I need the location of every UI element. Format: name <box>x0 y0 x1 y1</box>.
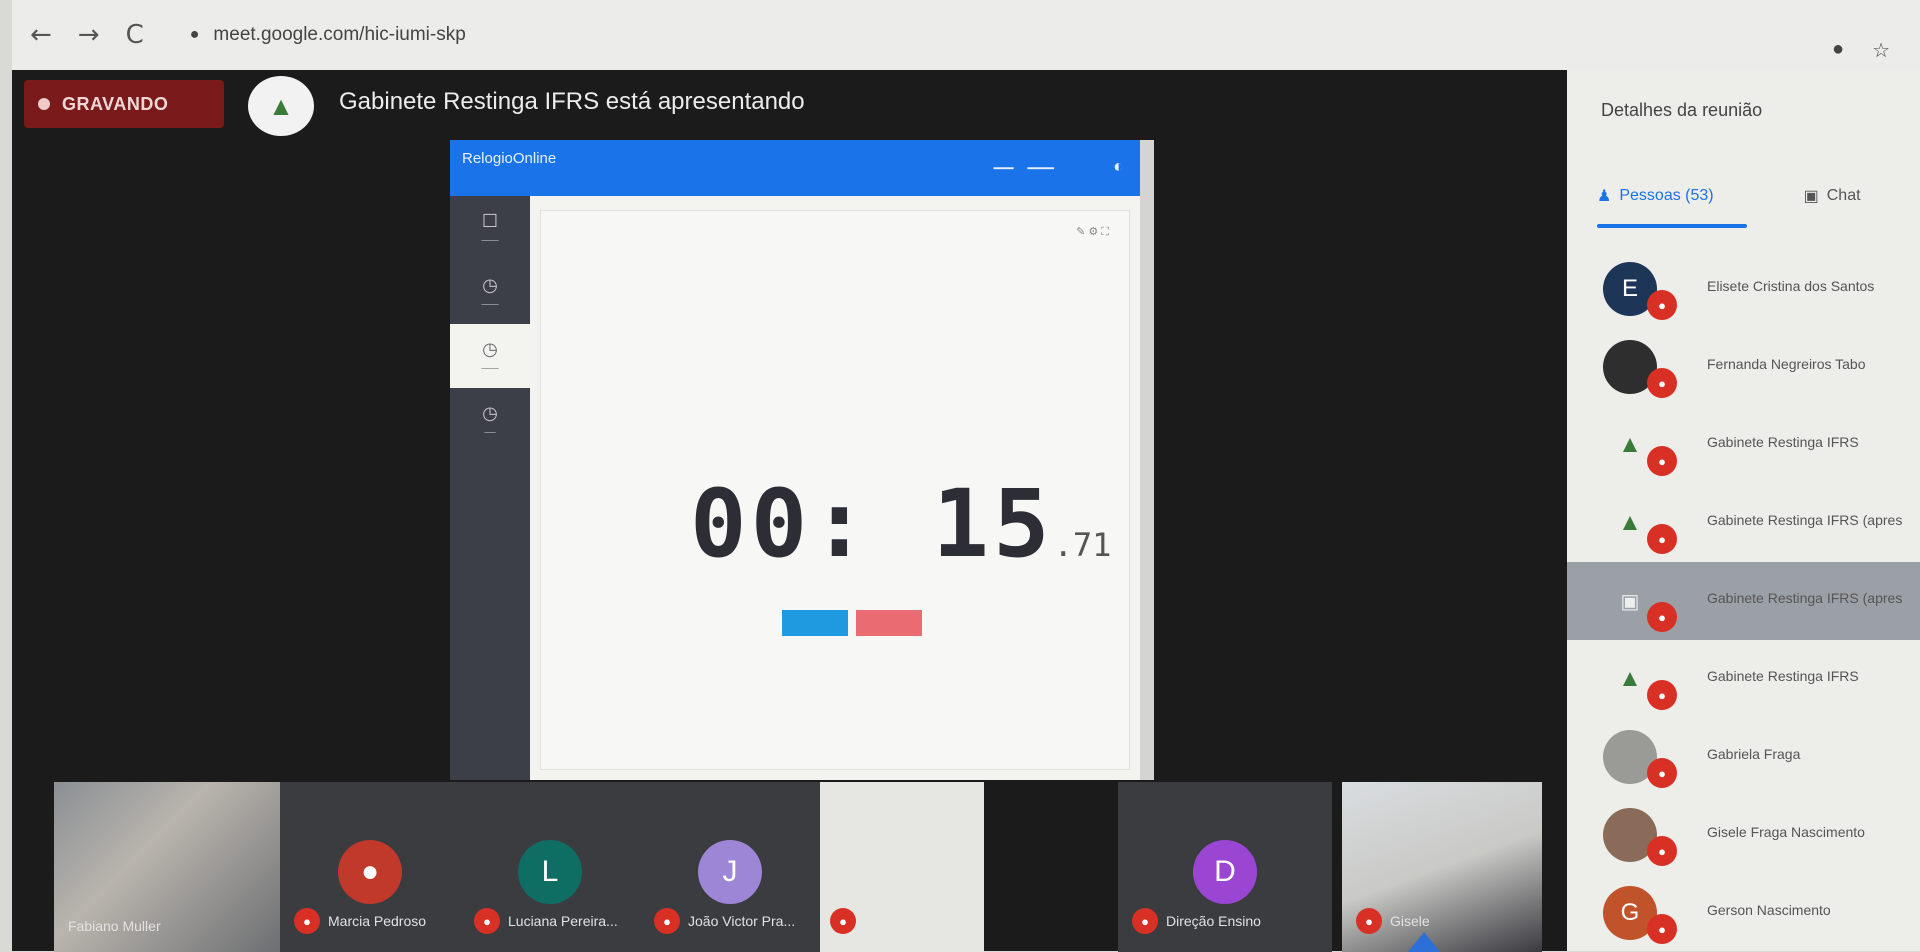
participant-list-item[interactable]: ▲ ● Gabinete Restinga IFRS <box>1567 406 1920 484</box>
forward-button[interactable]: → <box>78 20 100 50</box>
participant-name: Gabinete Restinga IFRS <box>1707 434 1859 450</box>
reset-button <box>856 610 922 636</box>
people-icon: ♟ <box>1597 188 1612 205</box>
stopwatch-menu-item: ◷ ─── <box>450 324 530 388</box>
browser-toolbar: ← → C ● meet.google.com/hic-iumi-skp ● ☆ <box>12 0 1920 70</box>
mic-off-icon: ● <box>1647 446 1677 476</box>
participant-list-item[interactable]: ● Fernanda Negreiros Tabo <box>1567 328 1920 406</box>
participant-name: Elisete Cristina dos Santos <box>1707 278 1875 294</box>
participant-name: Direção Ensino <box>1166 913 1261 929</box>
mic-off-icon: ● <box>1647 680 1677 710</box>
participant-tile[interactable]: ● <box>820 782 984 952</box>
back-button[interactable]: ← <box>30 20 52 50</box>
watch-icon: ◷ <box>482 403 498 423</box>
mic-off-icon: ● <box>654 908 680 934</box>
participant-tile[interactable]: L ● Luciana Pereira... <box>460 782 640 952</box>
shared-app-brand: RelogioOnline ​ <box>462 150 557 167</box>
star-icon[interactable]: ☆ <box>1872 38 1890 63</box>
mic-off-icon: ● <box>1647 368 1677 398</box>
stopwatch-time: 00: 15 <box>690 470 1054 579</box>
participant-name: Fernanda Negreiros Tabo <box>1707 356 1866 372</box>
participant-avatar: J <box>698 840 762 904</box>
participant-list-item[interactable]: G ● Gerson Nascimento <box>1567 874 1920 952</box>
recording-badge: GRAVANDO <box>24 80 224 128</box>
mic-off-icon: ● <box>474 908 500 934</box>
mic-off-icon: ● <box>294 908 320 934</box>
shared-screen: RelogioOnline ​ ━━━━━━━ ◐ ☐─── ◷─── ◷───… <box>450 140 1154 780</box>
participant-name: Gerson Nascimento <box>1707 902 1831 918</box>
participant-avatar: D <box>1193 840 1257 904</box>
shared-app-header: RelogioOnline ​ ━━━━━━━ ◐ <box>450 140 1154 196</box>
clock-icon: ◷ <box>482 275 498 295</box>
participant-name: João Victor Pra... <box>688 913 796 929</box>
participant-name: Gabinete Restinga IFRS (apres <box>1707 512 1903 528</box>
stopwatch-ms: .71 <box>1053 526 1112 564</box>
recording-dot-icon <box>38 98 50 110</box>
participant-list-item[interactable]: E ● Elisete Cristina dos Santos <box>1567 250 1920 328</box>
tab-chat[interactable]: ▣ Chat <box>1804 174 1861 218</box>
chat-icon: ▣ <box>1803 188 1819 205</box>
participant-tile[interactable]: ● Gisele <box>1342 782 1542 952</box>
stopwatch-icon: ◷ <box>482 339 498 359</box>
participant-name: Gisele Fraga Nascimento <box>1707 824 1865 840</box>
mic-off-icon: ● <box>1647 836 1677 866</box>
mic-off-icon: ● <box>1647 524 1677 554</box>
participant-list-item[interactable]: ▲ ● Gabinete Restinga IFRS <box>1567 640 1920 718</box>
participant-tile[interactable]: J ● João Victor Pra... <box>640 782 820 952</box>
theme-toggle-icon: ◐ <box>1113 156 1124 176</box>
mic-off-icon: ● <box>1356 908 1382 934</box>
participant-name: Fabiano Muller <box>68 918 161 934</box>
reload-button[interactable]: C <box>126 20 144 50</box>
tab-people[interactable]: ♟ Pessoas (53) <box>1597 174 1714 218</box>
participant-name: Gabinete Restinga IFRS (apres <box>1707 590 1903 606</box>
alarm-menu-item: ☐ ─── <box>481 211 499 245</box>
shared-app-sidebar: ☐ ─── ◷ ─── ◷ ─── ◷ ── <box>450 196 530 780</box>
participant-list-item[interactable]: ● Gisele Fraga Nascimento <box>1567 796 1920 874</box>
ifrs-logo-icon: ▲ <box>268 90 294 121</box>
stopwatch-controls <box>782 610 922 636</box>
mic-off-icon: ● <box>1132 908 1158 934</box>
participant-list-item[interactable]: ▲ ● Gabinete Restinga IFRS (apres <box>1567 484 1920 562</box>
participant-filmstrip: Fabiano Muller ● ● Marcia Pedroso L ● Lu… <box>54 782 1564 952</box>
calendar-icon: ☐ <box>481 211 499 231</box>
participant-name: Gabriela Fraga <box>1707 746 1801 762</box>
participant-tile[interactable]: D ● Direção Ensino <box>1118 782 1332 952</box>
participant-name: Gabinete Restinga IFRS <box>1707 668 1859 684</box>
key-icon[interactable]: ● <box>1832 38 1844 63</box>
shared-app-links: ━━━ ━━━━ <box>993 163 1054 175</box>
participant-avatar: L <box>518 840 582 904</box>
meeting-stage: GRAVANDO ▲ Gabinete Restinga IFRS está a… <box>12 70 1567 952</box>
participant-name: Marcia Pedroso <box>328 913 427 929</box>
participant-list-item[interactable]: ● Gabriela Fraga <box>1567 718 1920 796</box>
shared-scrollbar <box>1140 140 1154 780</box>
active-tab-indicator <box>1597 224 1747 228</box>
presenter-banner: Gabinete Restinga IFRS está apresentando <box>339 88 805 115</box>
clock-menu-item: ◷ ── <box>482 403 498 437</box>
participant-tile[interactable]: ● ● Marcia Pedroso <box>280 782 460 952</box>
mic-off-icon: ● <box>830 908 856 934</box>
address-bar[interactable]: meet.google.com/hic-iumi-skp <box>213 24 465 46</box>
participant-name: Gisele <box>1390 913 1430 929</box>
mic-off-icon: ● <box>1647 758 1677 788</box>
presenter-avatar: ▲ <box>248 76 314 136</box>
mouse-cursor-icon <box>1408 932 1440 952</box>
recording-label: GRAVANDO <box>62 93 169 114</box>
start-button <box>782 610 848 636</box>
meeting-details-panel: Detalhes da reunião ♟ Pessoas (53) ▣ Cha… <box>1567 70 1920 951</box>
participant-tile[interactable]: Fabiano Muller <box>54 782 280 952</box>
timer-menu-item: ◷ ─── <box>481 275 499 309</box>
stopwatch-display: 00: 15.71 <box>690 470 1111 579</box>
panel-title: Detalhes da reunião <box>1601 100 1763 120</box>
mic-off-icon: ● <box>1647 914 1677 944</box>
mic-off-icon: ● <box>1647 602 1677 632</box>
lock-icon: ● <box>189 26 200 43</box>
mic-off-icon: ● <box>1647 290 1677 320</box>
participant-avatar: ● <box>338 840 402 904</box>
panel-tools-icon: ✎ ⚙ ⛶ <box>1076 226 1109 238</box>
participant-list-item[interactable]: ▣ ● Gabinete Restinga IFRS (apres <box>1567 562 1920 640</box>
participant-name: Luciana Pereira... <box>508 913 618 929</box>
